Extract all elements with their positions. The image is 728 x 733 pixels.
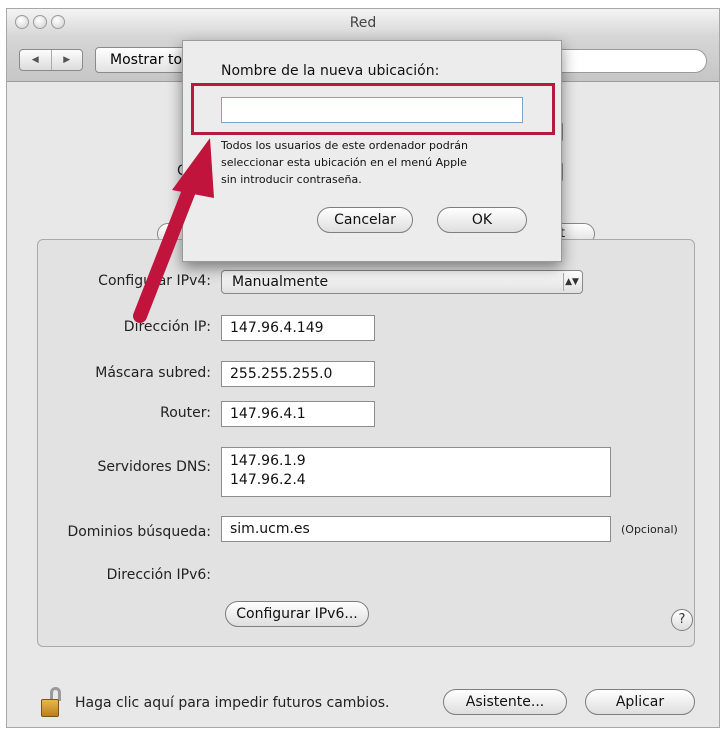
- optional-label: (Opcional): [621, 523, 678, 536]
- subnet-mask-label: Máscara subred:: [95, 365, 211, 381]
- dns-server-2: 147.96.2.4: [230, 472, 306, 488]
- search-domains-label: Dominios búsqueda:: [67, 524, 211, 540]
- help-button[interactable]: ?: [671, 609, 693, 631]
- dns-server-1: 147.96.1.9: [230, 453, 306, 469]
- apply-button[interactable]: Aplicar: [585, 689, 695, 715]
- new-location-note: Todos los usuarios de este ordenador pod…: [221, 137, 541, 188]
- forward-button[interactable]: ▶: [52, 50, 83, 70]
- dns-servers-field[interactable]: 147.96.1.9 147.96.2.4: [221, 447, 611, 497]
- configure-ipv4-select[interactable]: Manualmente ▲▼: [221, 270, 583, 294]
- search-domains-field[interactable]: sim.ucm.es: [221, 516, 611, 542]
- window-title: Red: [349, 15, 377, 31]
- title-bar: Red: [7, 9, 719, 37]
- ok-button[interactable]: OK: [437, 207, 527, 233]
- dns-servers-label: Servidores DNS:: [97, 459, 211, 475]
- router-field[interactable]: 147.96.4.1: [221, 401, 375, 427]
- new-location-name-input[interactable]: [221, 97, 523, 123]
- configure-ipv4-label: Configurar IPv4:: [98, 273, 211, 289]
- ip-address-field[interactable]: 147.96.4.149: [221, 315, 375, 341]
- ip-address-label: Dirección IP:: [123, 319, 211, 335]
- cancel-button[interactable]: Cancelar: [317, 207, 413, 233]
- router-label: Router:: [160, 405, 211, 421]
- back-forward-buttons: ◀ ▶: [19, 49, 83, 71]
- lock-icon[interactable]: [41, 687, 63, 717]
- ipv6-address-label: Dirección IPv6:: [106, 567, 211, 583]
- note-line-1: Todos los usuarios de este ordenador pod…: [221, 139, 468, 152]
- note-line-3: sin introducir contraseña.: [221, 173, 362, 186]
- configure-ipv4-value: Manualmente: [232, 274, 329, 290]
- note-line-2: seleccionar esta ubicación en el menú Ap…: [221, 156, 467, 169]
- back-button[interactable]: ◀: [20, 50, 52, 70]
- new-location-title: Nombre de la nueva ubicación:: [221, 63, 440, 79]
- lock-hint-text: Haga clic aquí para impedir futuros camb…: [75, 695, 390, 711]
- chevron-updown-icon: ▲▼: [563, 273, 580, 291]
- subnet-mask-field[interactable]: 255.255.255.0: [221, 361, 375, 387]
- new-location-sheet: Nombre de la nueva ubicación: Todos los …: [182, 40, 562, 262]
- search-input[interactable]: [547, 49, 707, 73]
- configure-ipv6-button[interactable]: Configurar IPv6...: [225, 601, 369, 627]
- assistant-button[interactable]: Asistente...: [443, 689, 567, 715]
- tcpip-panel: [37, 239, 695, 647]
